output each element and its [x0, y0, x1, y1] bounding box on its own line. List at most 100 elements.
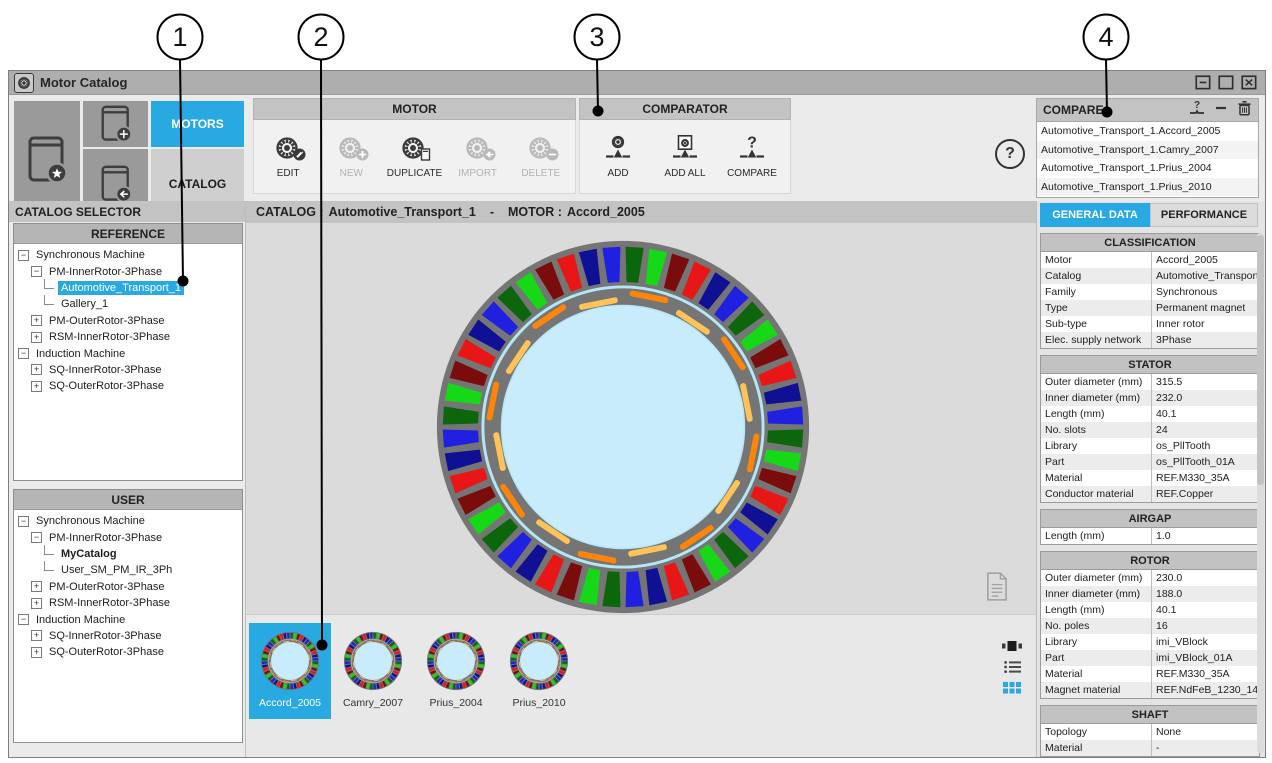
grid-view-icon[interactable] — [1003, 682, 1021, 694]
help-icon[interactable]: ? — [995, 139, 1025, 169]
duplicate-motor-button[interactable]: DUPLICATE — [385, 135, 443, 179]
row-label: Material — [1041, 742, 1151, 754]
tree-item-pm-outerrotor-3phase[interactable]: +PM-OuterRotor-3Phase — [14, 313, 242, 329]
scrollbar-track[interactable] — [1257, 233, 1264, 753]
tree-item-sq-outerrotor-3phase[interactable]: +SQ-OuterRotor-3Phase — [14, 378, 242, 394]
row-label: Family — [1041, 286, 1151, 298]
thumbnail-label: Prius_2004 — [429, 697, 482, 709]
table-row: Inner diameter (mm)232.0 — [1041, 390, 1259, 406]
add-all-button[interactable]: ADD ALL — [656, 134, 714, 179]
tree-item-synchronous-machine[interactable]: −Synchronous Machine — [14, 513, 242, 529]
tree-item-mycatalog[interactable]: MyCatalog — [14, 546, 242, 562]
motor-thumbnail-prius_2004[interactable]: Prius_2004 — [415, 623, 497, 719]
row-value: 40.1 — [1151, 406, 1259, 422]
tab-general-data[interactable]: GENERAL DATA — [1040, 203, 1150, 227]
row-label: Sub-type — [1041, 318, 1151, 330]
close-button[interactable] — [1241, 75, 1257, 90]
tree-item-gallery-1[interactable]: Gallery_1 — [14, 296, 242, 312]
expand-icon[interactable]: + — [31, 630, 42, 641]
maximize-button[interactable] — [1218, 75, 1234, 90]
compare-list-item[interactable]: Automotive_Transport_1.Accord_2005 — [1037, 122, 1258, 141]
compare-button[interactable]: ?COMPARE — [723, 134, 781, 179]
motor-thumbnail-prius_2010[interactable]: Prius_2010 — [498, 623, 580, 719]
collapse-icon[interactable]: − — [18, 614, 29, 625]
reference-tree-title: REFERENCE — [14, 224, 242, 244]
expand-icon[interactable]: + — [31, 315, 42, 326]
tree-item-automotive-transport-1[interactable]: Automotive_Transport_1 — [14, 280, 242, 296]
document-icon[interactable] — [985, 572, 1008, 606]
row-label: Outer diameter (mm) — [1041, 376, 1151, 388]
add-catalog-button[interactable] — [83, 101, 148, 147]
row-value: REF.M330_35A — [1151, 666, 1259, 682]
tree-item-sq-innerrotor-3phase[interactable]: +SQ-InnerRotor-3Phase — [14, 628, 242, 644]
compare-list-item[interactable]: Automotive_Transport_1.Camry_2007 — [1037, 141, 1258, 160]
tree-item-induction-machine[interactable]: −Induction Machine — [14, 611, 242, 627]
table-row: Libraryimi_VBlock — [1041, 634, 1259, 650]
tab-performance[interactable]: PERFORMANCE — [1150, 203, 1258, 227]
tree-item-user-sm-pm-ir-3ph[interactable]: User_SM_PM_IR_3Ph — [14, 562, 242, 578]
carousel-view-icon[interactable] — [1002, 640, 1022, 652]
table-title: SHAFT — [1041, 706, 1259, 724]
row-label: No. poles — [1041, 620, 1151, 632]
title-bar: Motor Catalog — [9, 71, 1265, 95]
row-label: Length (mm) — [1041, 408, 1151, 420]
tree-item-induction-machine[interactable]: −Induction Machine — [14, 345, 242, 361]
data-table-stator: STATOROuter diameter (mm)315.5Inner diam… — [1040, 355, 1260, 503]
tree-item-pm-innerrotor-3phase[interactable]: −PM-InnerRotor-3Phase — [14, 263, 242, 279]
tree-connector — [44, 279, 54, 289]
row-label: Catalog — [1041, 270, 1151, 282]
motor-thumbnail-camry_2007[interactable]: Camry_2007 — [332, 623, 414, 719]
collapse-icon[interactable]: − — [18, 250, 29, 261]
row-value: 16 — [1151, 618, 1259, 634]
expand-icon[interactable]: + — [31, 364, 42, 375]
row-value: imi_VBlock_01A — [1151, 650, 1259, 666]
expand-icon[interactable]: + — [31, 647, 42, 658]
table-row: Length (mm)40.1 — [1041, 406, 1259, 422]
tree-item-synchronous-machine[interactable]: −Synchronous Machine — [14, 247, 242, 263]
compare-list-item[interactable]: Automotive_Transport_1.Prius_2010 — [1037, 178, 1258, 197]
tree-item-rsm-innerrotor-3phase[interactable]: +RSM-InnerRotor-3Phase — [14, 329, 242, 345]
table-row: Length (mm)1.0 — [1041, 528, 1259, 544]
comparator-doc-icon — [670, 134, 700, 165]
reference-tree-panel: REFERENCE −Synchronous Machine−PM-InnerR… — [13, 223, 243, 481]
app-window: Motor Catalog MOTORS CATALOG MOTOR EDIT … — [8, 70, 1266, 758]
collapse-icon[interactable]: − — [18, 348, 29, 359]
motor-delete-icon — [525, 135, 557, 165]
tree-item-rsm-innerrotor-3phase[interactable]: +RSM-InnerRotor-3Phase — [14, 595, 242, 611]
trash-icon[interactable] — [1237, 100, 1252, 121]
tree-item-label: User_SM_PM_IR_3Ph — [58, 563, 175, 577]
expand-icon[interactable]: + — [31, 332, 42, 343]
expand-icon[interactable]: + — [31, 381, 42, 392]
remove-from-compare-icon[interactable] — [1214, 101, 1228, 120]
tree-item-sq-outerrotor-3phase[interactable]: +SQ-OuterRotor-3Phase — [14, 644, 242, 660]
app-motor-icon — [14, 73, 34, 93]
tree-item-label: PM-InnerRotor-3Phase — [46, 265, 165, 279]
motor-viewport — [246, 223, 1036, 614]
collapse-icon[interactable]: − — [18, 516, 29, 527]
table-row: MaterialREF.M330_35A — [1041, 470, 1259, 486]
minimize-button[interactable] — [1195, 75, 1211, 90]
row-label: Material — [1041, 472, 1151, 484]
expand-icon[interactable]: + — [31, 598, 42, 609]
tree-item-label: PM-OuterRotor-3Phase — [46, 580, 168, 594]
compare-help-icon[interactable]: ? — [1189, 100, 1205, 121]
motor-thumbnail-image — [260, 631, 320, 691]
tab-motors[interactable]: MOTORS — [151, 101, 244, 147]
expand-icon[interactable]: + — [31, 581, 42, 592]
row-label: Library — [1041, 440, 1151, 452]
motor-thumbnail-accord_2005[interactable]: Accord_2005 — [249, 623, 331, 719]
tree-item-pm-outerrotor-3phase[interactable]: + PM-OuterRotor-3Phase — [14, 579, 242, 595]
row-value: 40.1 — [1151, 602, 1259, 618]
table-title: AIRGAP — [1041, 510, 1259, 528]
list-view-icon[interactable] — [1004, 660, 1021, 674]
collapse-icon[interactable]: − — [31, 266, 42, 277]
edit-motor-button[interactable]: EDIT — [259, 135, 317, 179]
collapse-icon[interactable]: − — [31, 532, 42, 543]
add-button[interactable]: ADD — [589, 134, 647, 179]
tree-item-sq-innerrotor-3phase[interactable]: +SQ-InnerRotor-3Phase — [14, 362, 242, 378]
table-row: Elec. supply network3Phase — [1041, 332, 1259, 348]
scrollbar-thumb[interactable] — [1257, 235, 1264, 485]
tree-item-pm-innerrotor-3phase[interactable]: −PM-InnerRotor-3Phase — [14, 529, 242, 545]
compare-list-item[interactable]: Automotive_Transport_1.Prius_2004 — [1037, 159, 1258, 178]
import-motor-button: IMPORT — [449, 135, 507, 179]
